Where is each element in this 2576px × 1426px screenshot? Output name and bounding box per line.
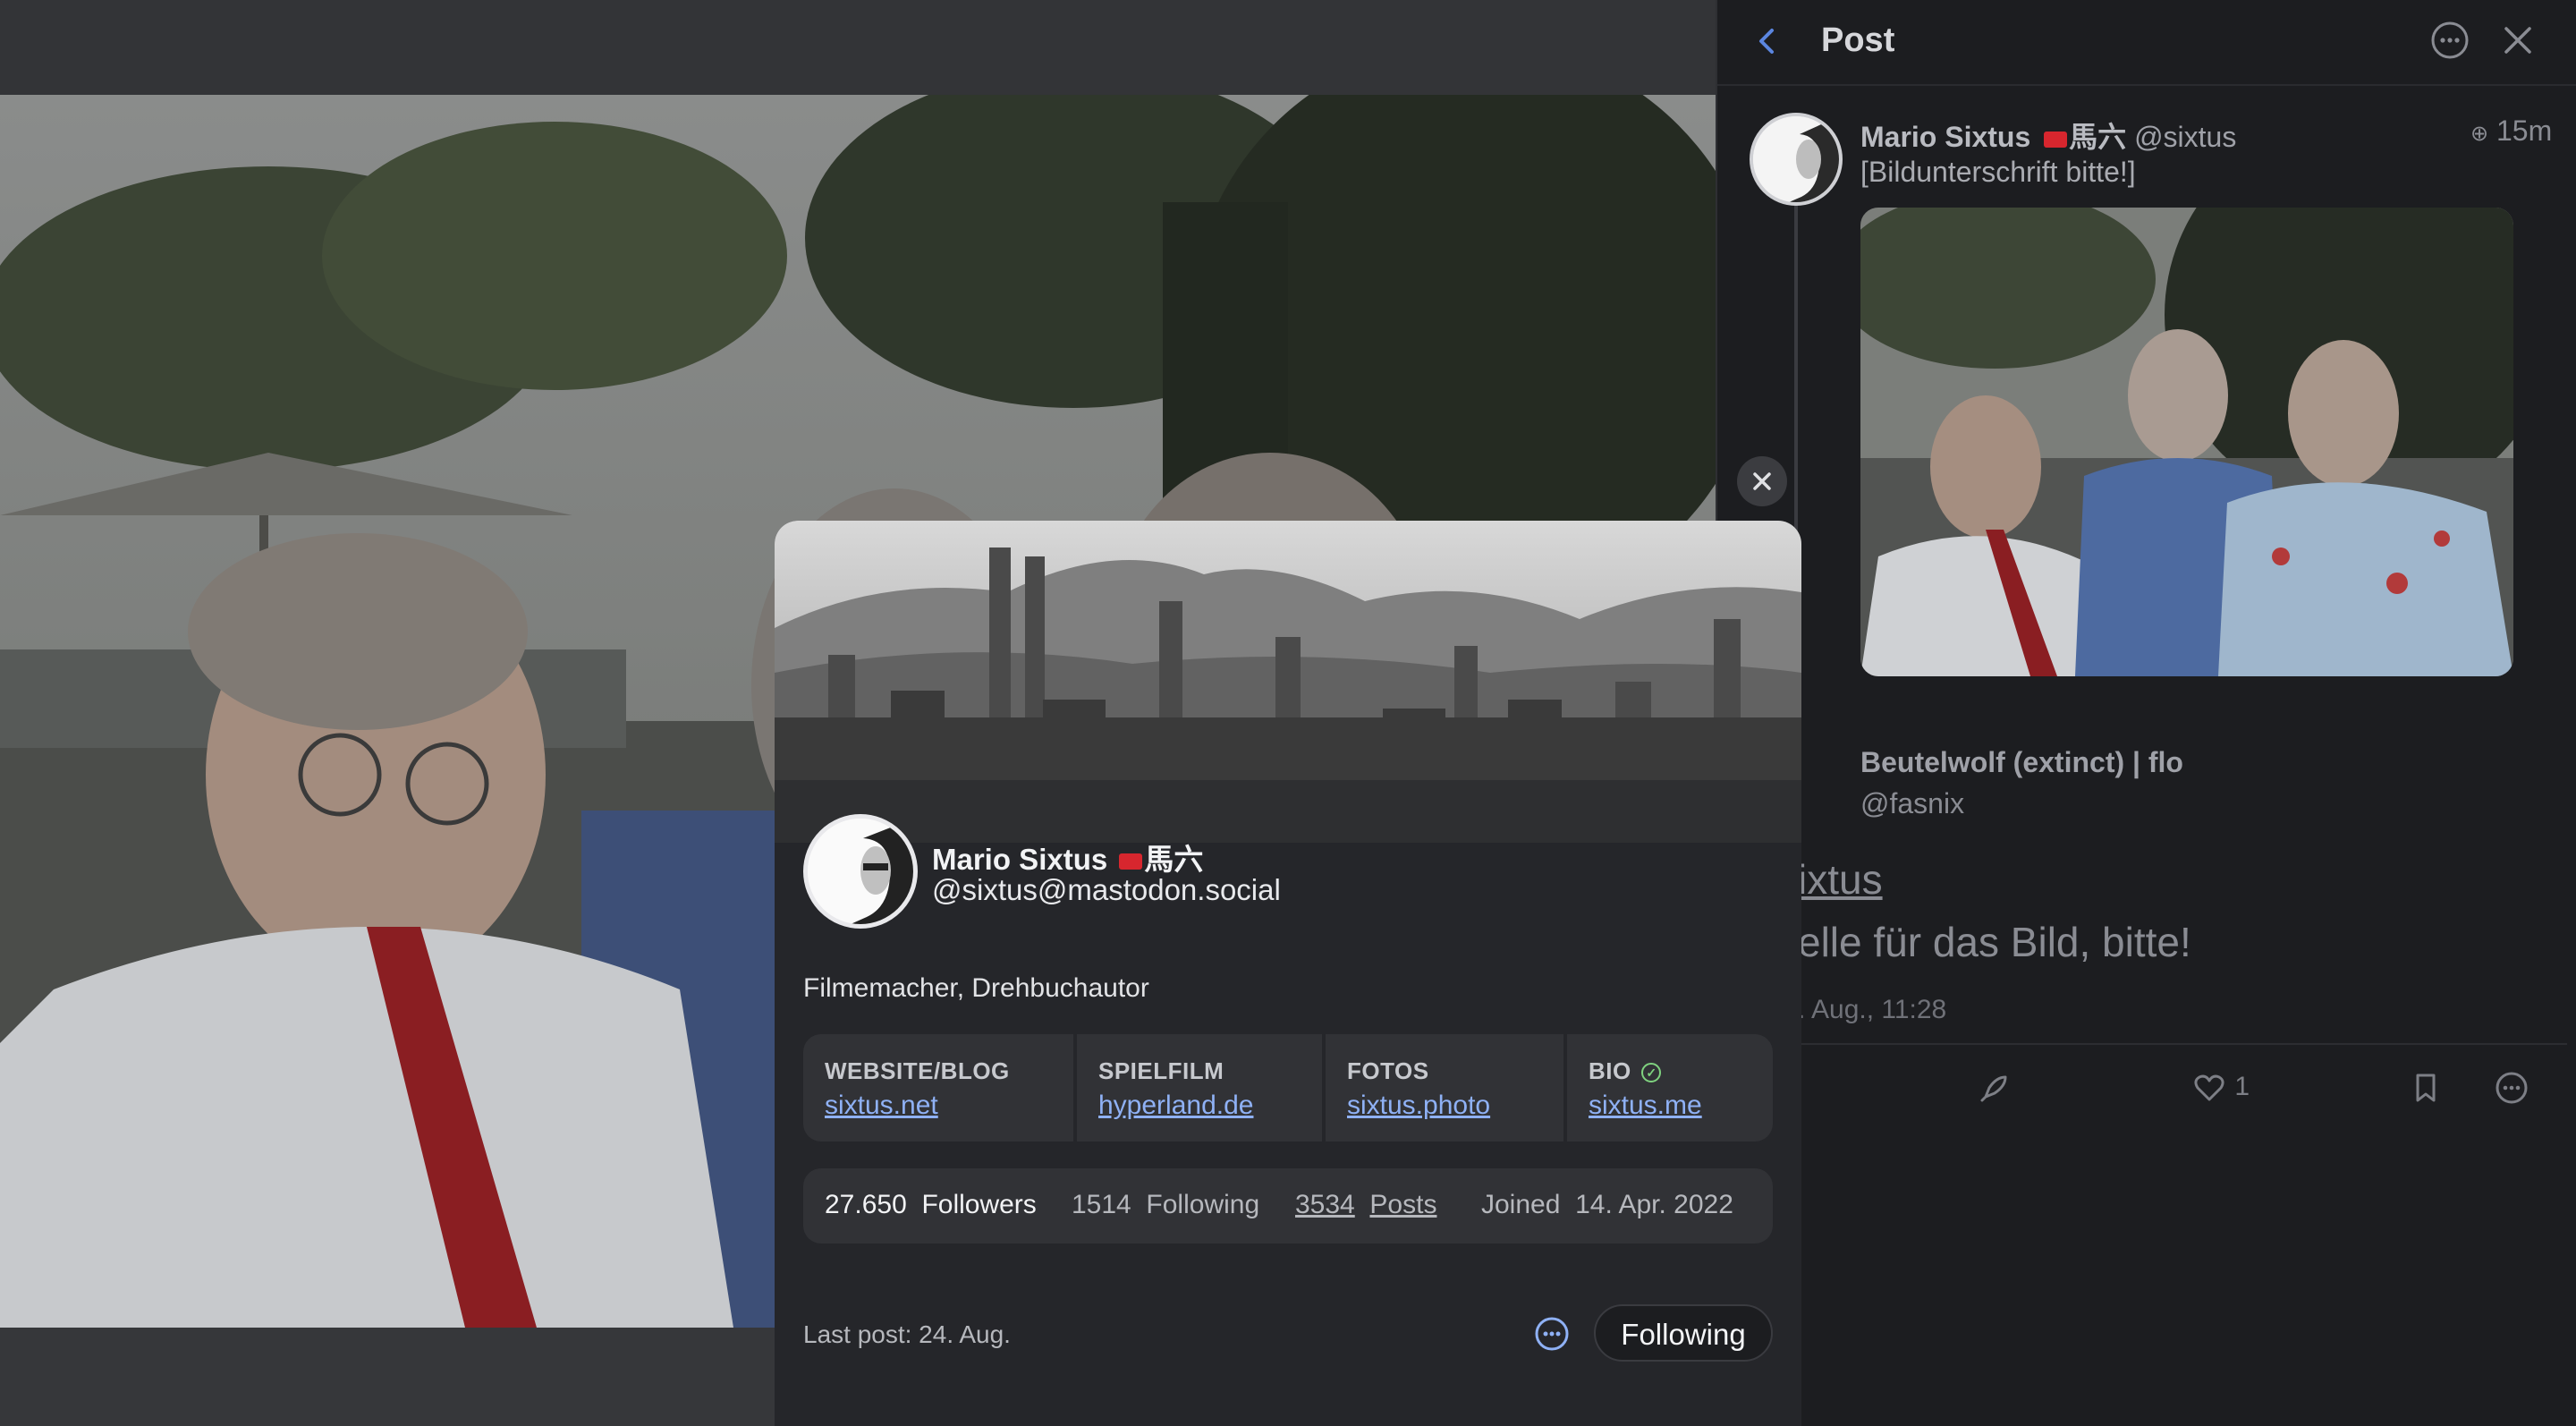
panel-title: Post: [1821, 21, 1895, 59]
more-options-icon[interactable]: [2429, 20, 2470, 61]
like-count: 1: [2234, 1071, 2250, 1101]
profile-popup: Mario Sixtus 馬六 @sixtus@mastodon.social …: [775, 521, 1801, 1426]
profile-bio: Filmemacher, Drehbuchautor: [803, 973, 1149, 1003]
posts-stat[interactable]: 3534 Posts: [1295, 1190, 1436, 1220]
bookmark-button[interactable]: [2408, 1070, 2444, 1109]
more-actions-button[interactable]: [2494, 1070, 2529, 1109]
rocket-icon: [1980, 1075, 2007, 1102]
post-author[interactable]: Mario Sixtus 馬六 @sixtus: [1860, 115, 2236, 156]
reply-handle[interactable]: @fasnix: [1860, 787, 1964, 820]
profile-banner: [775, 521, 1801, 843]
avatar[interactable]: [1750, 113, 1843, 206]
back-icon[interactable]: [1748, 21, 1787, 61]
more-icon: [2496, 1072, 2528, 1104]
post-image[interactable]: [1860, 208, 2513, 676]
post-author-handle: @sixtus: [2134, 121, 2237, 153]
profile-field-link[interactable]: sixtus.me: [1589, 1091, 1751, 1121]
profile-field-link[interactable]: sixtus.net: [825, 1091, 1052, 1121]
post-panel: Post Mario Sixtus 馬六 @sixtus ⊕ 15m [Bild…: [1716, 0, 2576, 1426]
profile-handle: @sixtus@mastodon.social: [932, 873, 1281, 906]
globe-icon: ⊕: [2470, 122, 2489, 146]
profile-field-link[interactable]: hyperland.de: [1098, 1091, 1301, 1121]
profile-stats: 27.650 Followers 1514 Following 3534 Pos…: [803, 1168, 1773, 1244]
profile-field-bio: BIO ✓ sixtus.me: [1567, 1034, 1773, 1142]
reply-author[interactable]: Beutelwolf (extinct) | flo: [1860, 746, 2183, 779]
profile-fields: WEBSITE/BLOG sixtus.net SPIELFILM hyperl…: [803, 1034, 1773, 1142]
profile-field-fotos: FOTOS sixtus.photo: [1326, 1034, 1563, 1142]
boost-button[interactable]: [1977, 1070, 2012, 1109]
profile-field-spielfilm: SPIELFILM hyperland.de: [1077, 1034, 1322, 1142]
post-author-name: Mario Sixtus: [1860, 121, 2031, 153]
joined-stat: Joined 14. Apr. 2022: [1481, 1190, 1733, 1219]
profile-avatar[interactable]: [803, 814, 918, 929]
divider: [1798, 1043, 2567, 1045]
reply-text: elle für das Bild, bitte!: [1798, 919, 2191, 965]
followers-stat[interactable]: 27.650 Followers: [825, 1190, 1037, 1220]
profile-more-icon[interactable]: [1531, 1313, 1572, 1354]
post-timestamp[interactable]: ⊕ 15m: [2470, 115, 2552, 148]
hk-flag-icon: [1119, 853, 1143, 870]
bookmark-icon: [2416, 1074, 2436, 1102]
reply-date[interactable]: . Aug., 11:28: [1798, 995, 1946, 1025]
profile-field-website: WEBSITE/BLOG sixtus.net: [803, 1034, 1073, 1142]
heart-icon: [2194, 1074, 2224, 1101]
close-icon[interactable]: [2497, 20, 2538, 61]
popup-close-button[interactable]: [1737, 456, 1787, 506]
following-button[interactable]: Following: [1594, 1304, 1773, 1362]
reply-mention-link[interactable]: ixtus: [1798, 855, 1883, 904]
media-viewer-toolbar: [0, 0, 1716, 95]
hk-flag-icon: [2044, 131, 2068, 148]
profile-name-suffix: 馬六: [1144, 843, 1204, 876]
close-icon: [1753, 472, 1771, 490]
like-button[interactable]: 1: [2191, 1070, 2250, 1109]
verified-check-icon: ✓: [1641, 1063, 1662, 1083]
last-post-date: Last post: 24. Aug.: [803, 1320, 1011, 1348]
following-stat[interactable]: 1514 Following: [1072, 1190, 1259, 1220]
profile-field-link[interactable]: sixtus.photo: [1347, 1091, 1542, 1121]
post-text: [Bildunterschrift bitte!]: [1860, 156, 2136, 188]
profile-name: Mario Sixtus 馬六: [932, 843, 1204, 876]
post-author-suffix: 馬六: [2069, 121, 2127, 153]
post-panel-header: Post: [1717, 0, 2576, 86]
